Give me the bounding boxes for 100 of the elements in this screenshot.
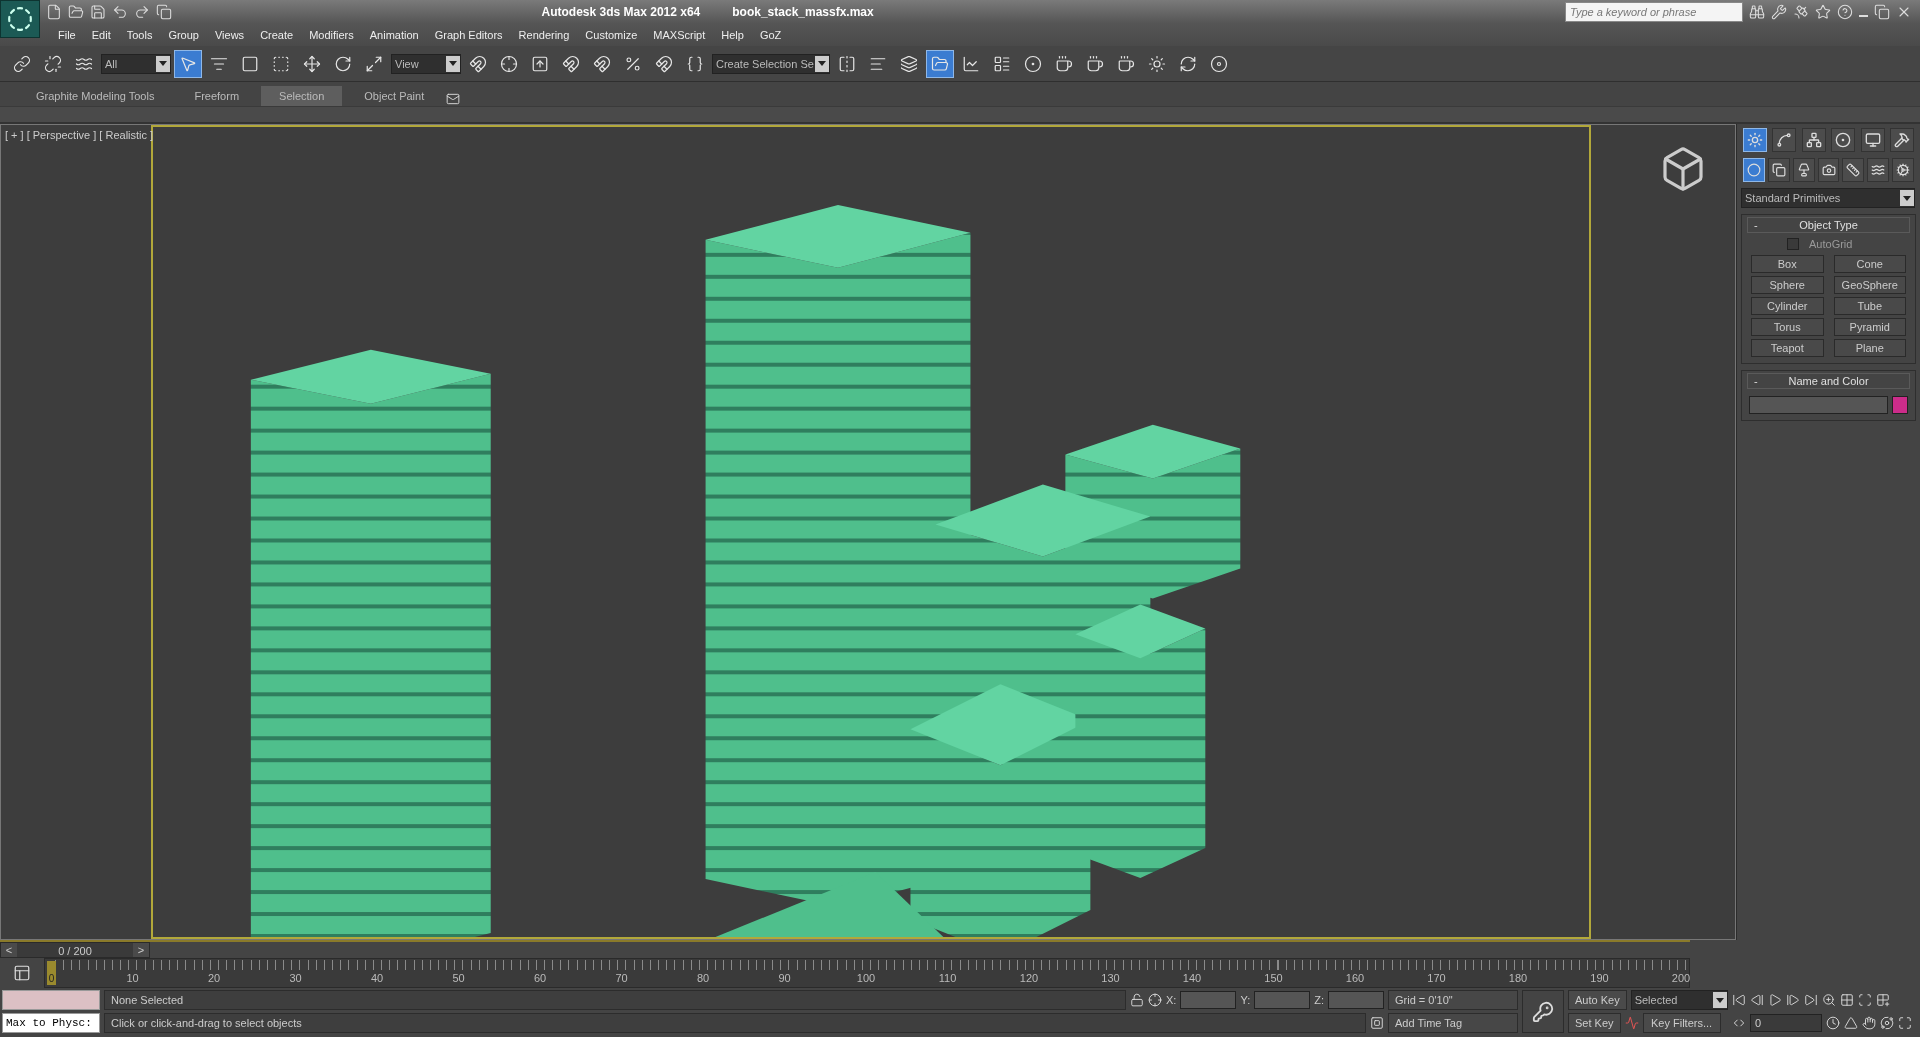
lock-icon [1130,993,1144,1007]
refresh-icon [1179,54,1197,73]
menu-item[interactable]: Customize [577,29,646,41]
viewport-label[interactable]: [ + ] [5,129,24,141]
menu-item[interactable]: Edit [83,29,119,41]
rollout-header[interactable]: - Name and Color [1747,373,1910,389]
pointer-icon [179,54,197,73]
menu-item[interactable]: Tools [118,29,161,41]
menu-item[interactable]: Graph Editors [426,29,511,41]
track-bar[interactable]: 0 10 20 30 40 50 60 70 80 90 100 110 120 130 140 150 160 170 180 190 200 [44,958,1690,988]
next-frame-button[interactable]: > [133,943,149,957]
dropdown-arrow-button[interactable] [156,55,170,72]
time-marker[interactable]: 0 [47,961,56,985]
frame-label: 20 [207,972,221,984]
coordinate-field[interactable] [1328,991,1384,1009]
primitive-button[interactable]: Cylinder [1751,297,1824,315]
primitive-button[interactable]: Sphere [1751,276,1824,294]
panel-tab[interactable] [1831,128,1856,152]
frame-label: 180 [1508,972,1528,984]
category-dropdown[interactable]: Standard Primitives [1741,188,1915,208]
color-swatch[interactable] [1892,396,1908,414]
category-button[interactable] [1867,158,1890,182]
menu-item[interactable]: Animation [361,29,427,41]
category-button[interactable] [1842,158,1865,182]
name-field[interactable] [1749,396,1888,414]
frame-field[interactable]: 0 [1750,1014,1822,1032]
set-key-button[interactable]: Set Key [1568,1013,1621,1033]
menu-item[interactable]: Group [160,29,207,41]
rollout-header[interactable]: - Object Type [1747,217,1910,233]
target-icon [1835,132,1852,148]
listener-input[interactable]: Max to Physc: [2,1013,100,1033]
panel-tab[interactable] [1860,128,1885,152]
coordinate-field[interactable] [1254,991,1311,1009]
rectangle-select-icon [241,54,259,73]
primitive-button[interactable]: Pyramid [1833,318,1906,336]
coordinate-field[interactable] [1180,991,1237,1009]
menu-item[interactable]: Rendering [510,29,578,41]
previous-frame-icon [1750,993,1764,1007]
menu-item[interactable]: File [50,29,84,41]
coordinate-label: Z: [1314,994,1324,1006]
key-icon [1532,1000,1554,1023]
viewport-label[interactable]: [ Realistic ] [99,129,154,141]
dropdown-arrow-button[interactable] [1900,190,1914,206]
pan-icon [1862,1016,1876,1030]
link-icon [13,54,31,73]
key-mode-dropdown[interactable]: Selected [1630,990,1728,1010]
viewport[interactable]: [ + ] [ Perspective ] [ Realistic ] [0,124,1736,940]
category-button[interactable] [1817,158,1840,182]
toolbar-dropdown[interactable]: All [101,53,171,74]
dropdown-arrow-button[interactable] [815,55,829,72]
time-slider[interactable]: < 0 / 200 > [0,942,150,958]
search-field[interactable]: Type a keyword or phrase [1565,2,1743,22]
dashed-square-icon [272,54,290,73]
dropdown-arrow-button[interactable] [446,55,460,72]
ribbon-tab[interactable]: Graphite Modeling Tools [18,86,173,106]
panel-tab[interactable] [1772,128,1797,152]
toolbar-dropdown[interactable]: View [391,53,461,74]
primitive-button[interactable]: Tube [1833,297,1906,315]
category-button[interactable] [1792,158,1815,182]
toolbar-button[interactable] [174,49,202,78]
ribbon-tab[interactable]: Object Paint [346,86,443,106]
category-button[interactable] [1892,158,1914,182]
key-button[interactable] [1522,990,1564,1033]
primitive-button[interactable]: Teapot [1751,339,1824,357]
ribbon-tab[interactable]: Freeform [176,86,258,106]
checkbox[interactable] [1787,238,1799,250]
waves-icon [1871,163,1886,177]
previous-frame-button[interactable]: < [1,943,17,957]
toolbar-button[interactable] [926,49,954,78]
panel-tab[interactable] [1801,128,1826,152]
menu-item[interactable]: GoZ [751,29,790,41]
time-slider-track[interactable]: < 0 / 200 > [0,940,1690,958]
menu-item[interactable]: Create [252,29,302,41]
magnet-icon [469,54,487,73]
dropdown-arrow-button[interactable] [1713,992,1727,1008]
menu-item[interactable]: Modifiers [301,29,362,41]
primitive-button[interactable]: Cone [1833,255,1906,273]
menu-item[interactable]: Views [206,29,253,41]
primitive-button[interactable]: Box [1751,255,1824,273]
primitive-button[interactable]: Plane [1833,339,1906,357]
menu-item[interactable]: Help [713,29,752,41]
monitor-icon [1864,132,1881,148]
toolbar-dropdown[interactable]: Create Selection Se [712,53,830,74]
menu-item[interactable]: MAXScript [645,29,714,41]
frame-label: 190 [1590,972,1609,984]
panel-tab[interactable] [1889,128,1914,152]
frame-label: 130 [1101,972,1120,984]
app-menu-button[interactable] [0,0,40,38]
category-button[interactable] [1767,158,1790,182]
star-icon [1815,4,1831,20]
teapot-icon [1055,54,1073,73]
key-filters-button[interactable]: Key Filters... [1642,1013,1721,1033]
primitive-button[interactable]: Torus [1751,318,1824,336]
auto-key-button[interactable]: Auto Key [1568,990,1627,1010]
viewport-label[interactable]: [ Perspective ] [26,129,97,141]
frame-label: 10 [126,972,139,984]
undo-icon [112,4,128,20]
primitive-button[interactable]: GeoSphere [1833,276,1906,294]
grid-size: Grid = 0'10" [1388,990,1518,1010]
add-time-tag[interactable]: Add Time Tag [1388,1013,1518,1033]
